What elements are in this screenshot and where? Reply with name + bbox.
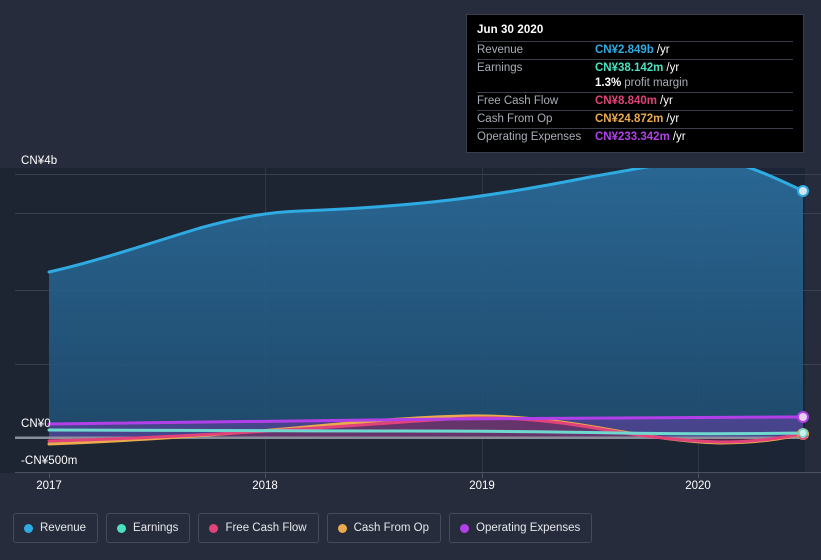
legend-label-revenue: Revenue <box>40 522 87 534</box>
legend-dot-free-cash-flow-icon <box>209 523 219 533</box>
legend-label-cash-from-op: Cash From Op <box>353 522 430 534</box>
legend-dot-revenue-icon <box>24 523 33 533</box>
tooltip-value-revenue: CN¥2.849b <box>595 44 654 56</box>
tooltip-label-earnings: Earnings <box>477 62 523 74</box>
chart-legend: Revenue Earnings Free Cash Flow Cash Fro… <box>13 513 593 543</box>
tooltip-unit-cash-from-op: /yr <box>666 113 680 125</box>
tooltip-value-profit-margin: 1.3% <box>595 77 622 89</box>
chart-page: CN¥4b CN¥0 -CN¥500m 2017 2018 2019 2020 … <box>0 0 821 560</box>
y-axis-label-top: CN¥4b <box>21 155 58 167</box>
tooltip-row-earnings: Earnings CN¥38.142m /yr <box>477 59 793 77</box>
tooltip-label-revenue: Revenue <box>477 44 524 56</box>
legend-dot-operating-expenses-icon <box>460 523 470 533</box>
earnings-end-marker <box>798 428 808 438</box>
operating-expenses-end-marker <box>797 411 809 423</box>
legend-dot-earnings-icon <box>117 523 127 533</box>
tooltip-row-profit-margin: 1.3% profit margin <box>477 77 793 92</box>
tooltip-unit-profit-margin: profit margin <box>624 77 689 89</box>
tooltip-value-free-cash-flow: CN¥8.840m <box>595 95 658 107</box>
tooltip-value-operating-expenses: CN¥233.342m <box>595 131 670 143</box>
tooltip-row-operating-expenses: Operating Expenses CN¥233.342m /yr <box>477 128 793 146</box>
legend-dot-cash-from-op-icon <box>337 523 347 533</box>
x-axis-label-2018: 2018 <box>252 480 278 492</box>
x-axis-label-2020: 2020 <box>685 480 711 492</box>
tooltip-label-free-cash-flow: Free Cash Flow <box>477 95 559 107</box>
tooltip-unit-revenue: /yr <box>656 44 670 56</box>
legend-item-revenue[interactable]: Revenue <box>13 513 99 543</box>
chart-tooltip: Jun 30 2020 Revenue CN¥2.849b /yr Earnin… <box>466 14 804 153</box>
tooltip-value-earnings: CN¥38.142m <box>595 62 664 74</box>
legend-item-operating-expenses[interactable]: Operating Expenses <box>449 513 593 543</box>
tooltip-row-cash-from-op: Cash From Op CN¥24.872m /yr <box>477 110 793 128</box>
y-axis-label-zero: CN¥0 <box>21 418 51 430</box>
x-axis-label-2019: 2019 <box>469 480 495 492</box>
revenue-end-marker <box>797 185 809 197</box>
legend-item-free-cash-flow[interactable]: Free Cash Flow <box>198 513 319 543</box>
tooltip-date: Jun 30 2020 <box>477 24 544 36</box>
tooltip-label-operating-expenses: Operating Expenses <box>477 131 582 143</box>
x-axis-label-2017: 2017 <box>36 480 62 492</box>
tooltip-unit-operating-expenses: /yr <box>672 131 686 143</box>
tooltip-row-free-cash-flow: Free Cash Flow CN¥8.840m /yr <box>477 92 793 110</box>
legend-label-earnings: Earnings <box>133 522 179 534</box>
legend-item-cash-from-op[interactable]: Cash From Op <box>326 513 442 543</box>
tooltip-value-cash-from-op: CN¥24.872m <box>595 113 664 125</box>
legend-label-operating-expenses: Operating Expenses <box>476 522 581 534</box>
tooltip-unit-free-cash-flow: /yr <box>660 95 673 107</box>
legend-label-free-cash-flow: Free Cash Flow <box>225 522 307 534</box>
y-axis-label-bottom: -CN¥500m <box>21 455 78 467</box>
tooltip-label-cash-from-op: Cash From Op <box>477 113 553 125</box>
legend-item-earnings[interactable]: Earnings <box>106 513 191 543</box>
tooltip-unit-earnings: /yr <box>666 62 680 74</box>
tooltip-row-revenue: Revenue CN¥2.849b /yr <box>477 41 793 59</box>
